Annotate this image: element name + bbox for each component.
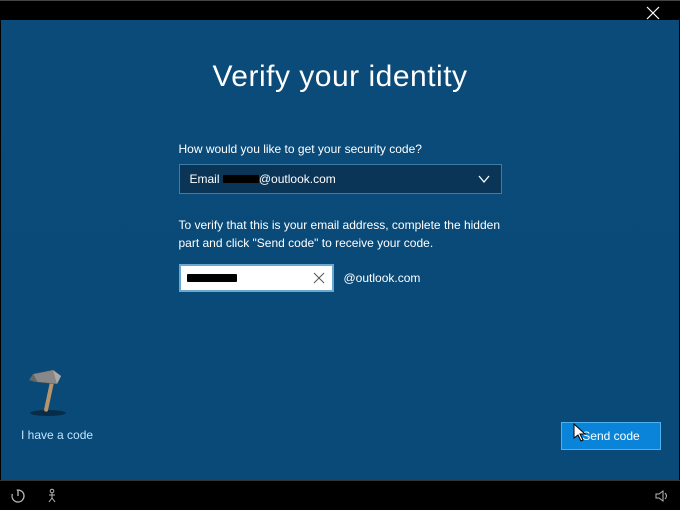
verification-method-select[interactable]: Email @outlook.com xyxy=(179,164,502,194)
close-icon xyxy=(646,6,660,20)
have-code-link[interactable]: I have a code xyxy=(21,428,93,442)
taskbar xyxy=(0,480,680,510)
page-title: Verify your identity xyxy=(100,60,580,94)
content-area: Verify your identity How would you like … xyxy=(100,20,580,292)
ease-of-access-icon[interactable] xyxy=(44,488,60,504)
email-hidden-part-input[interactable] xyxy=(179,264,334,292)
select-prefix: Email xyxy=(190,172,220,186)
prompt-label: How would you like to get your security … xyxy=(179,142,502,156)
window-top-border xyxy=(0,0,680,1)
select-masked xyxy=(223,175,259,183)
clear-icon xyxy=(312,271,326,285)
chevron-down-icon xyxy=(477,172,491,189)
email-suffix: @outlook.com xyxy=(344,271,421,285)
select-domain: @outlook.com xyxy=(259,172,336,186)
hammer-icon xyxy=(23,366,73,416)
send-code-button[interactable]: Send code xyxy=(561,422,661,450)
email-input-row: @outlook.com xyxy=(179,264,502,292)
clear-input-button[interactable] xyxy=(312,271,326,288)
volume-icon[interactable] xyxy=(654,488,670,504)
form-area: How would you like to get your security … xyxy=(179,142,502,292)
main-panel: Verify your identity How would you like … xyxy=(1,20,679,480)
instruction-text: To verify that this is your email addres… xyxy=(179,216,502,252)
power-icon[interactable] xyxy=(10,488,26,504)
send-code-label: Send code xyxy=(582,429,639,443)
